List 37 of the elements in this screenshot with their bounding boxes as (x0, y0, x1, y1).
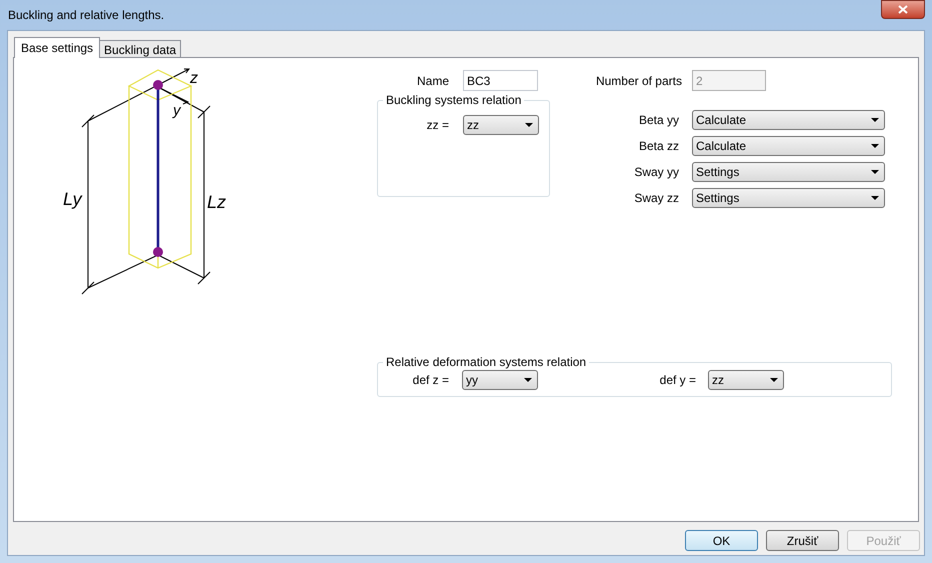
caret-icon (871, 170, 879, 174)
field-label: def z = (412, 372, 449, 389)
dropdown[interactable]: Settings (692, 162, 885, 182)
field-label: Number of parts (594, 72, 682, 90)
tab[interactable]: Buckling data (99, 40, 182, 57)
caret-icon (871, 196, 879, 200)
field-label: def y = (658, 372, 696, 389)
dropdown[interactable]: zz (708, 370, 784, 390)
axis-label: y (173, 102, 180, 119)
caret-icon (770, 378, 778, 382)
dialog-button[interactable]: OK (685, 530, 758, 551)
dimension-label: Ly (63, 189, 82, 209)
dropdown[interactable]: Calculate (692, 110, 885, 130)
field-label: Name (416, 72, 449, 90)
dropdown[interactable]: yy (462, 370, 538, 390)
dropdown[interactable]: Calculate (692, 136, 885, 156)
group-title: Relative deformation systems relation (385, 355, 588, 369)
field-label: Beta yy (638, 112, 679, 129)
window-title: Buckling and relative lengths. (8, 7, 164, 24)
caret-icon (871, 144, 879, 148)
text-field[interactable]: BC3 (463, 70, 538, 91)
dialog-button[interactable]: Zrušiť (766, 530, 839, 551)
field-label: Sway yy (633, 164, 679, 181)
caret-icon (525, 123, 533, 127)
field-label: Beta zz (638, 138, 679, 155)
group-title: Buckling systems relation (385, 93, 522, 107)
dropdown[interactable]: zz (463, 115, 539, 135)
field-label: zz = (426, 117, 449, 134)
tab[interactable]: Base settings (14, 37, 100, 58)
dimension-label: Lz (207, 192, 226, 212)
close-button[interactable] (881, 0, 925, 19)
close-icon (898, 5, 908, 14)
axis-label: z (190, 70, 198, 87)
field-label: Sway zz (633, 190, 679, 207)
dropdown[interactable]: Settings (692, 188, 885, 208)
caret-icon (871, 118, 879, 122)
caret-icon (524, 378, 532, 382)
